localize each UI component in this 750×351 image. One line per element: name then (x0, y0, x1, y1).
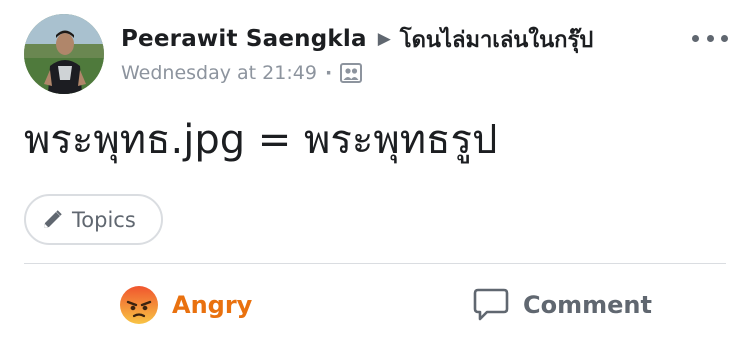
meta-separator: · (324, 62, 333, 84)
actions-divider (24, 263, 726, 264)
comment-label: Comment (523, 291, 652, 319)
post-header: Peerawit Saengkla ▶ โดนไล่มาเล่นในกรุ๊ป (121, 22, 593, 56)
group-audience-icon (340, 63, 363, 83)
avatar-photo (24, 14, 104, 94)
comment-button[interactable]: Comment (472, 280, 652, 330)
reaction-label: Angry (172, 291, 253, 319)
angry-face-icon (119, 285, 159, 325)
triangle-right-icon: ▶ (377, 29, 391, 49)
author-name[interactable]: Peerawit Saengkla (121, 26, 367, 52)
post-timestamp[interactable]: Wednesday at 21:49 (121, 62, 317, 84)
comment-bubble-icon (472, 287, 510, 323)
post-meta: Wednesday at 21:49 · (121, 60, 363, 86)
reaction-button[interactable]: Angry (119, 280, 252, 330)
group-name[interactable]: โดนไล่มาเล่นในกรุ๊ป (400, 22, 593, 57)
more-dots-icon[interactable] (688, 23, 732, 53)
author-avatar[interactable] (24, 14, 104, 94)
post-text: พระพุทธ.jpg = พระพุทธรูป (24, 117, 498, 163)
pencil-icon (41, 209, 63, 231)
feed-post: Peerawit Saengkla ▶ โดนไล่มาเล่นในกรุ๊ป … (0, 0, 750, 351)
topics-button[interactable]: Topics (24, 194, 163, 245)
topics-label: Topics (72, 207, 136, 232)
